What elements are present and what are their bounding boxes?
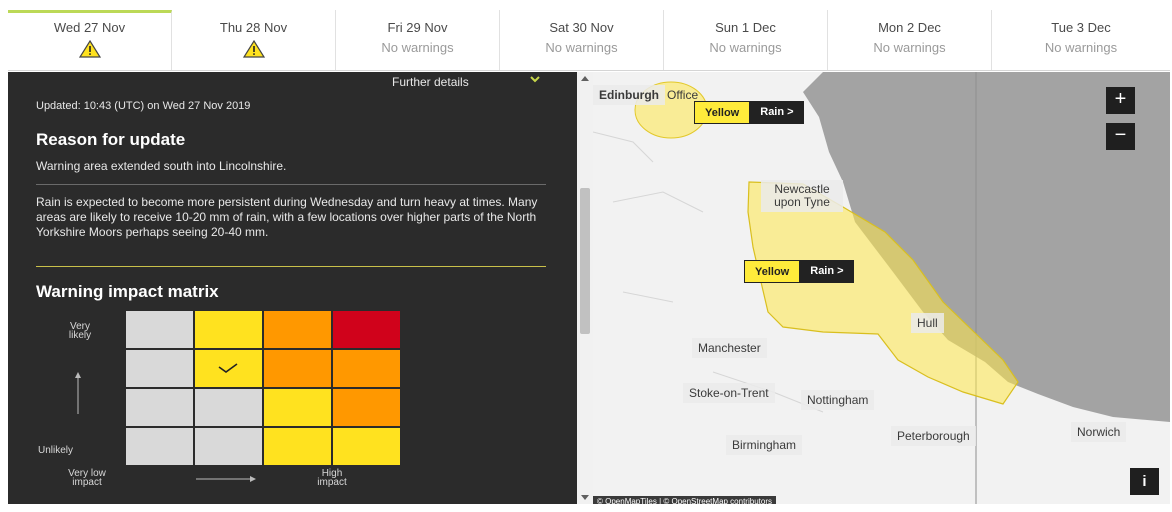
tab-status-text: No warnings xyxy=(709,40,782,55)
place-label-norwich: Norwich xyxy=(1071,422,1127,442)
matrix-cell-grey xyxy=(126,311,193,348)
tab-tue-3-dec[interactable]: Tue 3 Dec No warnings xyxy=(992,10,1170,70)
warnings-map[interactable]: Edinburgh Office Newcastle upon Tyne Hul… xyxy=(593,72,1170,504)
tab-wed-27-nov[interactable]: Wed 27 Nov xyxy=(8,10,172,70)
matrix-cell-red xyxy=(333,311,400,348)
place-label-edinburgh: Edinburgh xyxy=(593,85,665,105)
tab-date: Fri 29 Nov xyxy=(387,20,448,35)
matrix-cell-yellow xyxy=(264,428,331,465)
warning-type: Rain > xyxy=(800,260,854,283)
map-attribution[interactable]: © OpenMapTiles | © OpenStreetMap contrib… xyxy=(593,496,776,504)
tab-mon-2-dec[interactable]: Mon 2 Dec No warnings xyxy=(828,10,992,70)
matrix-label-high-impact: High impact xyxy=(317,468,347,488)
arrow-up-icon xyxy=(75,372,81,414)
matrix-heading: Warning impact matrix xyxy=(36,282,219,301)
tab-sun-1-dec[interactable]: Sun 1 Dec No warnings xyxy=(664,10,828,70)
scroll-down-arrow-icon[interactable] xyxy=(581,495,589,500)
warning-level: Yellow xyxy=(694,101,751,124)
day-tabs: Wed 27 Nov Thu 28 Nov Fri 29 Nov No warn… xyxy=(8,10,1170,71)
tab-status-text: No warnings xyxy=(1044,40,1118,55)
scroll-up-arrow-icon[interactable] xyxy=(581,76,589,81)
warning-level: Yellow xyxy=(744,260,801,283)
matrix-cell-amber xyxy=(264,350,331,387)
matrix-cell-grey xyxy=(126,350,193,387)
warning-badge-yellow-rain[interactable]: Yellow Rain > xyxy=(694,101,804,124)
zoom-in-button[interactable]: + xyxy=(1106,87,1135,114)
place-label-birmingham: Birmingham xyxy=(726,435,803,455)
tab-date: Mon 2 Dec xyxy=(878,20,941,35)
matrix-label-very-likely: Very likely xyxy=(68,321,92,341)
matrix-cell-yellow xyxy=(333,428,400,465)
matrix-cell-yellow xyxy=(195,350,262,387)
warning-triangle-icon xyxy=(242,39,265,63)
tab-status-text: No warnings xyxy=(873,40,946,55)
zoom-out-button[interactable]: − xyxy=(1106,123,1135,150)
matrix-cell-amber xyxy=(264,311,331,348)
impact-matrix xyxy=(126,311,400,465)
matrix-cell-grey xyxy=(195,389,262,426)
place-label-manchester: Manchester xyxy=(692,338,767,358)
place-label-newcastle: Newcastle upon Tyne xyxy=(761,180,843,212)
matrix-cell-amber xyxy=(333,350,400,387)
matrix-cell-yellow xyxy=(264,389,331,426)
divider xyxy=(36,184,546,185)
tab-status-text: No warnings xyxy=(381,40,454,55)
warning-type: Rain > xyxy=(750,101,804,124)
tab-date: Sun 1 Dec xyxy=(715,20,776,35)
place-label-hull: Hull xyxy=(911,313,944,333)
info-button[interactable]: i xyxy=(1130,468,1159,495)
matrix-cell-grey xyxy=(126,428,193,465)
matrix-cell-grey xyxy=(195,428,262,465)
further-details-link[interactable]: Further details xyxy=(392,75,469,89)
scrollbar[interactable] xyxy=(577,72,593,504)
tab-date: Thu 28 Nov xyxy=(219,20,288,35)
checkmark-icon xyxy=(218,363,238,373)
reason-heading: Reason for update xyxy=(36,130,186,149)
tab-date: Wed 27 Nov xyxy=(53,20,126,35)
tab-thu-28-nov[interactable]: Thu 28 Nov xyxy=(172,10,336,70)
matrix-cell-yellow xyxy=(195,311,262,348)
chevron-down-icon[interactable] xyxy=(530,74,540,84)
divider xyxy=(36,266,546,267)
warning-description: Rain is expected to become more persiste… xyxy=(36,195,538,239)
updated-timestamp: Updated: 10:43 (UTC) on Wed 27 Nov 2019 xyxy=(36,100,251,112)
matrix-label-unlikely: Unlikely xyxy=(38,445,74,456)
tab-status-text: No warnings xyxy=(545,40,618,55)
matrix-cell-amber xyxy=(333,389,400,426)
place-label-nottingham: Nottingham xyxy=(801,390,875,410)
reason-text: Warning area extended south into Lincoln… xyxy=(36,159,287,173)
tab-date: Tue 3 Dec xyxy=(1051,20,1111,35)
warning-details-panel: Further details Updated: 10:43 (UTC) on … xyxy=(8,72,593,504)
scrollbar-thumb[interactable] xyxy=(580,188,590,334)
place-label-peterborough: Peterborough xyxy=(891,426,976,446)
tab-date: Sat 30 Nov xyxy=(549,20,614,35)
warning-triangle-icon xyxy=(78,39,101,63)
warning-badge-yellow-rain[interactable]: Yellow Rain > xyxy=(744,260,854,283)
place-label-stoke-on-trent: Stoke-on-Trent xyxy=(683,383,775,403)
matrix-label-very-low-impact: Very low impact xyxy=(68,468,106,488)
tab-sat-30-nov[interactable]: Sat 30 Nov No warnings xyxy=(500,10,664,70)
tab-fri-29-nov[interactable]: Fri 29 Nov No warnings xyxy=(336,10,500,70)
matrix-cell-grey xyxy=(126,389,193,426)
arrow-right-icon xyxy=(196,476,256,482)
